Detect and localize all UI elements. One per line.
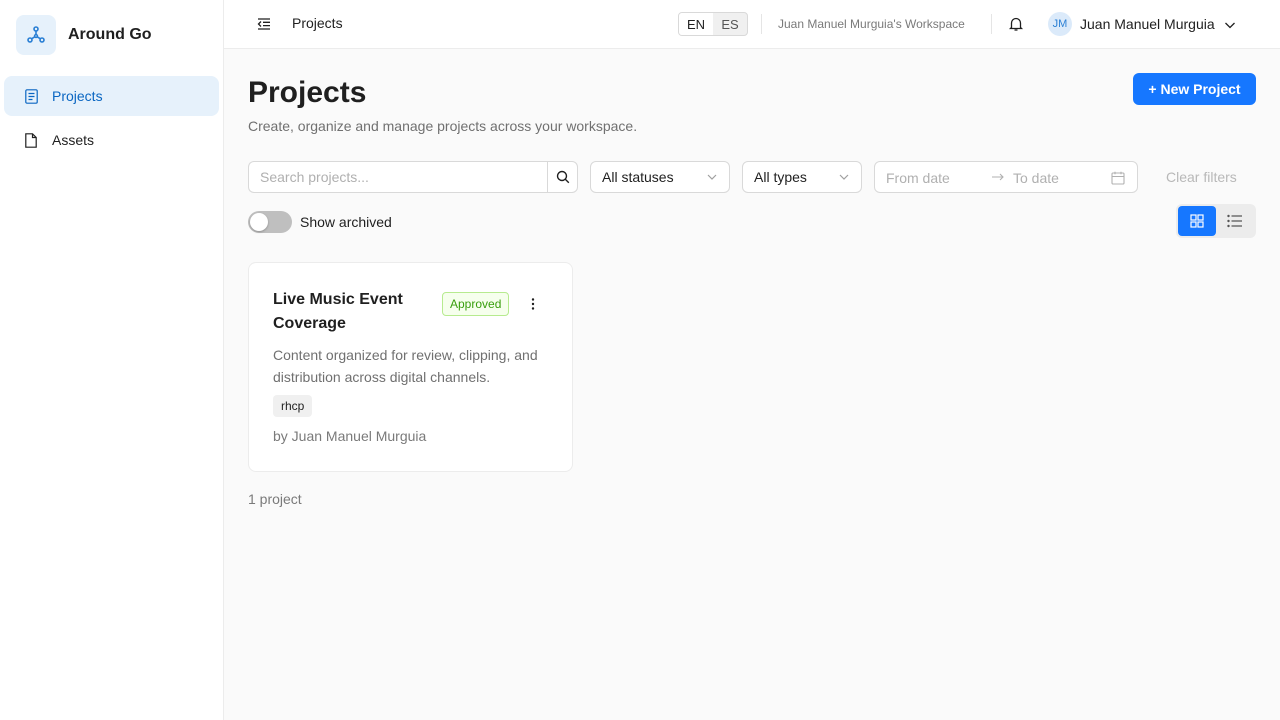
chevron-down-icon <box>707 174 717 180</box>
toggle-knob <box>250 213 268 231</box>
search-input[interactable] <box>248 161 547 193</box>
sidebar: Around Go Projects Assets <box>0 0 224 720</box>
search-bar <box>248 161 578 193</box>
workspace-name[interactable]: Juan Manuel Murguia's Workspace <box>778 17 965 31</box>
project-author: by Juan Manuel Murguia <box>273 428 427 444</box>
menu-fold-icon[interactable] <box>256 16 272 32</box>
file-icon <box>24 132 38 148</box>
bell-icon[interactable] <box>1008 16 1024 32</box>
clear-filters-button[interactable]: Clear filters <box>1166 169 1237 185</box>
sidebar-item-assets[interactable]: Assets <box>4 120 219 160</box>
list-view-button[interactable] <box>1216 206 1254 236</box>
sidebar-item-label: Assets <box>52 132 95 148</box>
avatar: JM <box>1048 12 1072 36</box>
page-subtitle: Create, organize and manage projects acr… <box>248 118 638 134</box>
user-menu[interactable]: JM Juan Manuel Murguia <box>1048 12 1236 36</box>
project-description: Content organized for review, clipping, … <box>273 347 538 385</box>
project-card[interactable]: Live Music Event Coverage Approved Conte… <box>248 262 573 472</box>
project-tag: rhcp <box>273 395 313 417</box>
type-filter-select[interactable]: All types <box>742 161 862 193</box>
search-button[interactable] <box>547 161 578 193</box>
calendar-icon[interactable] <box>1111 171 1125 185</box>
search-icon <box>556 170 569 184</box>
chevron-down-icon <box>839 174 849 180</box>
date-range-picker: From date To date <box>874 161 1138 193</box>
grid-icon <box>1190 214 1204 228</box>
grid-view-button[interactable] <box>1178 206 1216 236</box>
type-filter-value: All types <box>754 169 807 185</box>
sidebar-item-label: Projects <box>52 88 103 104</box>
list-icon <box>1227 214 1242 228</box>
brand-name: Around Go <box>68 26 152 43</box>
project-document-icon <box>24 88 38 104</box>
lang-en-button[interactable]: EN <box>679 13 713 35</box>
network-nodes-icon <box>16 15 56 55</box>
status-badge: Approved <box>442 292 510 316</box>
sidebar-item-projects[interactable]: Projects <box>4 76 219 116</box>
show-archived-label: Show archived <box>300 214 392 230</box>
arrow-right-icon <box>992 173 1004 181</box>
project-title[interactable]: Live Music Event Coverage <box>273 288 433 336</box>
lang-es-button[interactable]: ES <box>713 13 747 35</box>
chevron-down-icon <box>1224 18 1236 30</box>
header-divider <box>761 14 762 34</box>
user-name: Juan Manuel Murguia <box>1080 16 1215 32</box>
top-header: Projects EN ES Juan Manuel Murguia's Wor… <box>224 0 1280 49</box>
new-project-button[interactable]: + New Project <box>1133 73 1256 105</box>
header-title: Projects <box>292 15 343 31</box>
to-date-input[interactable]: To date <box>1013 170 1059 186</box>
from-date-input[interactable]: From date <box>886 170 950 186</box>
language-switch: EN ES <box>678 12 748 36</box>
header-divider <box>991 14 992 34</box>
status-filter-select[interactable]: All statuses <box>590 161 730 193</box>
status-filter-value: All statuses <box>602 169 674 185</box>
view-mode-switch <box>1176 204 1256 238</box>
show-archived-toggle[interactable] <box>248 211 292 233</box>
more-vertical-icon[interactable] <box>525 295 541 313</box>
page-title: Projects <box>248 76 367 109</box>
brand[interactable]: Around Go <box>16 15 152 55</box>
project-count: 1 project <box>248 491 302 507</box>
